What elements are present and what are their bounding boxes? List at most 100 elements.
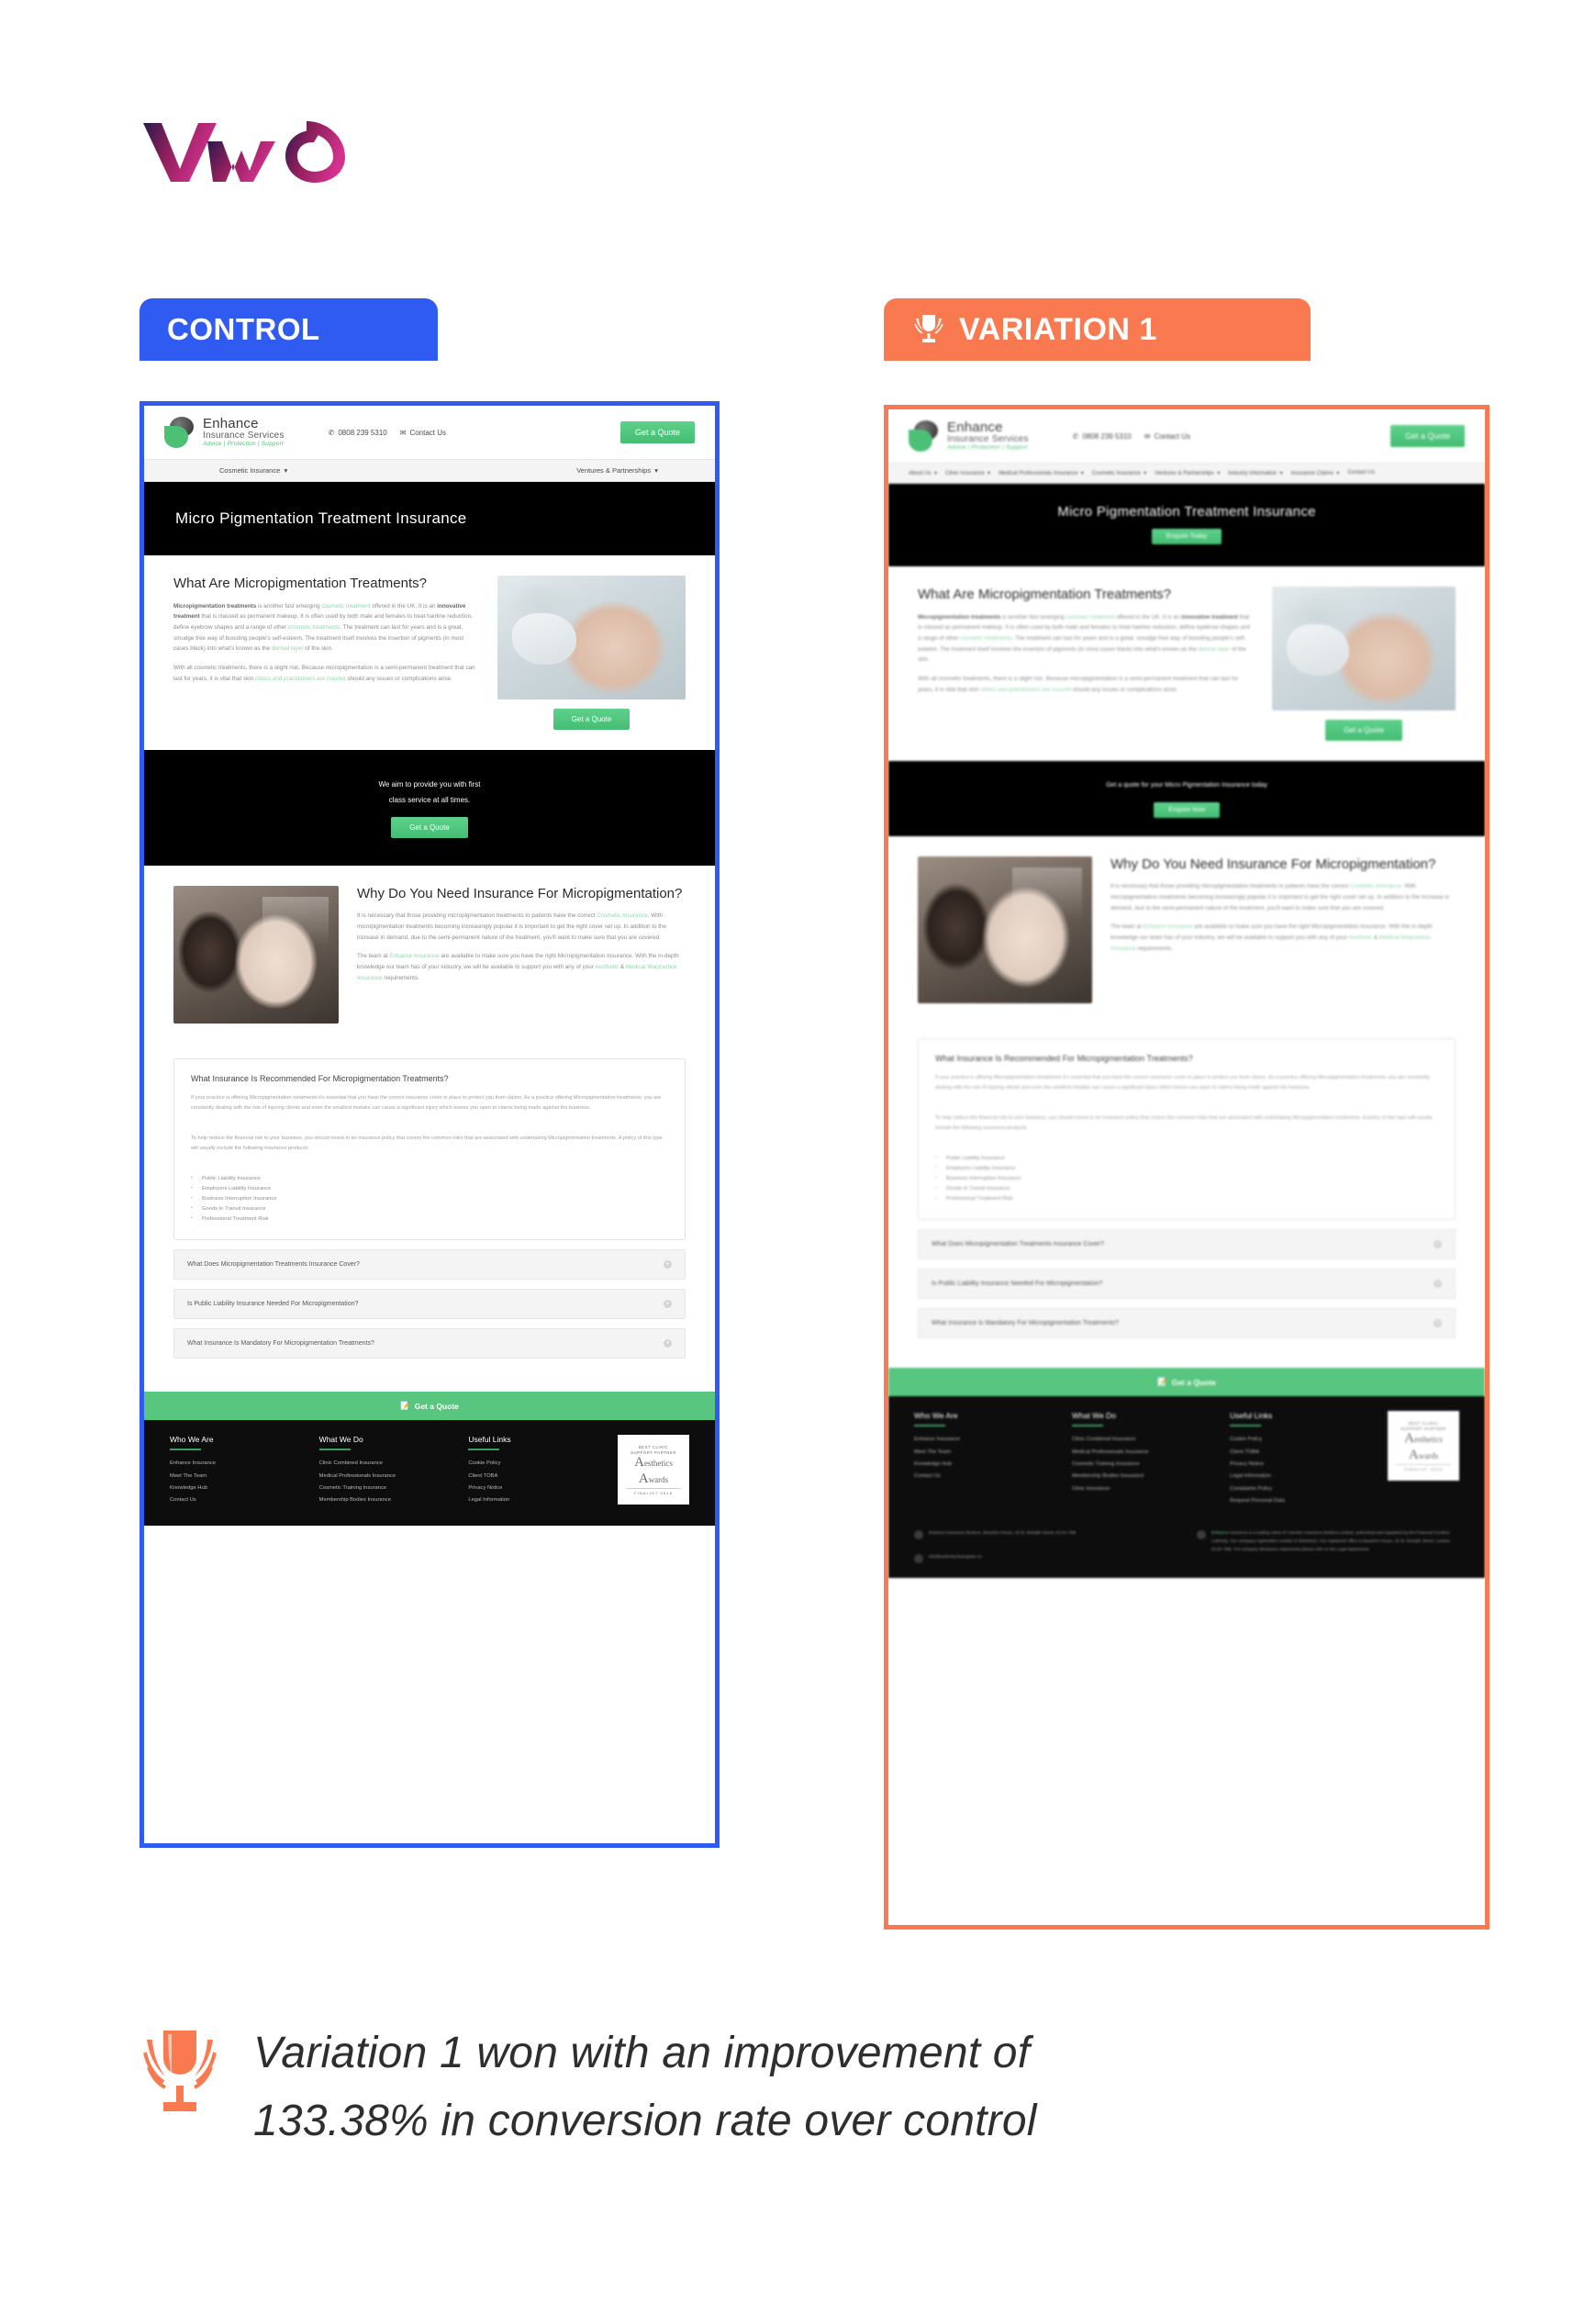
footer-link[interactable]: Privacy Notice <box>1230 1459 1369 1471</box>
site-logo[interactable]: Enhance Insurance Services Advice | Protec… <box>909 420 1029 452</box>
band-enquire-button[interactable]: Enquire Now <box>1153 801 1221 818</box>
badge-line-1: BEST CLINIC SUPPORT PARTNER <box>1401 1420 1446 1431</box>
get-a-quote-button[interactable]: Get a Quote <box>619 421 695 443</box>
accordion-label: What Insurance Is Mandatory For Micropig… <box>932 1320 1119 1327</box>
site-logo[interactable]: Enhance Insurance Services Advice | Protec… <box>164 417 285 448</box>
nav-item-7[interactable]: Contact Us <box>1347 470 1375 476</box>
site-nav[interactable]: Cosmetic Insurance ▾ Ventures & Partnersh… <box>144 459 715 482</box>
footer-link[interactable]: Request Personal Data <box>1230 1495 1369 1507</box>
footer-link[interactable]: Meet The Team <box>914 1447 1054 1459</box>
footer-link[interactable]: Legal Information <box>468 1494 599 1506</box>
footer-link[interactable]: Meet The Team <box>170 1471 301 1482</box>
accordion-item-2[interactable]: What Insurance Is Mandatory For Micropig… <box>918 1308 1456 1339</box>
contact-link[interactable]: ✉ Contact Us <box>1144 432 1190 441</box>
footer-rule <box>170 1449 201 1451</box>
footer-link[interactable]: Cosmetic Training Insurance <box>1072 1459 1211 1471</box>
footer-link[interactable]: Clinic Combined Insurance <box>1072 1434 1211 1446</box>
variation-screenshot-panel[interactable]: Enhance Insurance Services Advice | Protec… <box>884 405 1490 1930</box>
phone-number: 0808 239 5310 <box>1082 431 1132 441</box>
footer-link[interactable]: Knowledge Hub <box>914 1459 1054 1471</box>
mail-icon: ✉ <box>1144 431 1151 441</box>
nav-item-0[interactable]: Cosmetic Insurance ▾ <box>219 466 287 475</box>
footer-column-title: What We Do <box>318 1435 363 1445</box>
cta-bar-get-a-quote[interactable]: 📝 Get a Quote <box>888 1368 1485 1397</box>
plus-icon[interactable]: + <box>1434 1319 1442 1328</box>
nav-item-0[interactable]: About Us ▾ <box>909 470 937 476</box>
nav-item-1[interactable]: Ventures & Partnerships ▾ <box>576 466 658 475</box>
site-nav[interactable]: About Us ▾ Clinic Insurance ▾ Medical Prof… <box>888 463 1485 484</box>
accordion-item-1[interactable]: Is Public Liability Insurance Needed For… <box>173 1289 686 1320</box>
plus-icon[interactable]: + <box>1434 1280 1442 1289</box>
footer-link[interactable]: Clinic Insurance <box>1072 1483 1211 1495</box>
footer-link[interactable]: Medical Professionals Insurance <box>1072 1447 1211 1459</box>
accordion-label: Is Public Liability Insurance Needed For… <box>187 1301 359 1308</box>
footer-link[interactable]: Cookie Policy <box>468 1458 599 1470</box>
trophy-icon <box>138 2025 222 2131</box>
recommended-insurance-box: What Insurance Is Recommended For Microp… <box>173 1057 686 1241</box>
brand-tagline: Advice | Protection | Support <box>947 443 1028 451</box>
accordion-label: Is Public Liability Insurance Needed For… <box>932 1281 1103 1288</box>
section-quote-button[interactable]: Get a Quote <box>552 709 631 730</box>
badge-word-1: Aesthetics <box>634 1455 673 1471</box>
footer-column-1: What We Do Clinic Combined Insurance Medic… <box>1072 1411 1211 1507</box>
nav-item-6[interactable]: Insurance Claims ▾ <box>1291 470 1340 476</box>
footer-link[interactable]: Client TOBA <box>468 1471 599 1482</box>
plus-icon[interactable]: + <box>664 1300 672 1309</box>
accordion-item-2[interactable]: What Insurance Is Mandatory For Micropig… <box>173 1328 686 1359</box>
tab-control[interactable]: CONTROL <box>140 298 438 361</box>
footer-link[interactable]: Membership Bodies Insurance <box>1072 1471 1211 1482</box>
footer-link[interactable]: Membership Bodies Insurance <box>319 1494 451 1506</box>
footer-link[interactable]: Clinic Combined Insurance <box>319 1458 451 1470</box>
get-a-quote-button[interactable]: Get a Quote <box>1390 425 1465 447</box>
list-item: Public Liability Insurance <box>191 1174 668 1184</box>
footer-link[interactable]: Privacy Notice <box>468 1482 599 1494</box>
footer-link[interactable]: Medical Professionals Insurance <box>319 1471 451 1482</box>
nav-item-2[interactable]: Medical Professionals Insurance ▾ <box>999 470 1084 476</box>
footer-link[interactable]: Enhance Insurance <box>170 1458 301 1470</box>
badge-word-2: Awards <box>1408 1448 1439 1463</box>
footer-link[interactable]: Client TOBA <box>1230 1447 1369 1459</box>
phone-link[interactable]: ✆ 0808 239 5310 <box>1073 432 1132 441</box>
nav-item-1[interactable]: Clinic Insurance ▾ <box>945 470 990 476</box>
footer-link[interactable]: Complaints Policy <box>1230 1483 1369 1495</box>
plus-icon[interactable]: + <box>664 1339 672 1348</box>
accordion-item-0[interactable]: What Does Micropigmentation Treatments I… <box>918 1229 1456 1260</box>
enhance-logo-icon <box>164 417 195 448</box>
recommended-heading: What Insurance Is Recommended For Microp… <box>935 1053 1193 1063</box>
control-screenshot-panel[interactable]: Enhance Insurance Services Advice | Protec… <box>140 401 720 1848</box>
accordion-item-0[interactable]: What Does Micropigmentation Treatments I… <box>173 1249 686 1281</box>
footer-disclaimer: Enhance Insurance is a trading name of C… <box>1211 1530 1450 1552</box>
accordion-label: What Does Micropigmentation Treatments I… <box>187 1261 360 1269</box>
footer-link[interactable]: Enhance Insurance <box>914 1434 1054 1446</box>
plus-icon[interactable]: + <box>664 1260 672 1270</box>
band-quote-button[interactable]: Get a Quote <box>391 816 468 838</box>
footer-link[interactable]: Cookie Policy <box>1230 1434 1369 1446</box>
footer-link[interactable]: Cosmetic Training Insurance <box>319 1482 451 1494</box>
hero-enquire-button[interactable]: Enquire Today <box>1151 529 1222 544</box>
accordion-item-1[interactable]: Is Public Liability Insurance Needed For… <box>918 1269 1456 1300</box>
recommended-heading: What Insurance Is Recommended For Microp… <box>191 1073 449 1083</box>
treatment-photo <box>1272 587 1456 710</box>
nav-item-5[interactable]: Industry Information ▾ <box>1228 470 1282 476</box>
band-line-1: Get a quote for your Micro Pigmentation … <box>1106 782 1267 789</box>
phone-link[interactable]: ✆ 0808 239 5310 <box>329 429 387 437</box>
nav-item-4[interactable]: Ventures & Partnerships ▾ <box>1155 470 1220 476</box>
footer-link[interactable]: Legal Information <box>1230 1471 1369 1482</box>
plus-icon[interactable]: + <box>1434 1240 1442 1249</box>
recommended-para-2: To help reduce the financial risk to you… <box>935 1115 1433 1132</box>
footer-column-2: Useful Links Cookie Policy Client TOBA Priv… <box>468 1435 599 1506</box>
nav-item-3[interactable]: Cosmetic Insurance ▾ <box>1092 470 1146 476</box>
cta-bar-get-a-quote[interactable]: 📝 Get a Quote <box>144 1392 715 1421</box>
footer-link[interactable]: Contact Us <box>170 1494 301 1506</box>
contact-link[interactable]: ✉ Contact Us <box>400 429 446 437</box>
badge-line-1: BEST CLINIC SUPPORT PARTNER <box>631 1444 676 1455</box>
footer-link[interactable]: Knowledge Hub <box>170 1482 301 1494</box>
tab-variation[interactable]: VARIATION 1 <box>884 298 1311 361</box>
list-item: Employers Liability Insurance <box>935 1164 1438 1174</box>
list-item: Business Interruption Insurance <box>935 1174 1438 1184</box>
recommended-para-1: If your practice is offering Micropigmen… <box>191 1094 662 1111</box>
footer-email[interactable]: info@authority.fsaregister.co <box>929 1553 982 1563</box>
tab-variation-label: VARIATION 1 <box>959 311 1157 347</box>
footer-link[interactable]: Contact Us <box>914 1471 1054 1482</box>
section-quote-button[interactable]: Get a Quote <box>1325 720 1402 741</box>
